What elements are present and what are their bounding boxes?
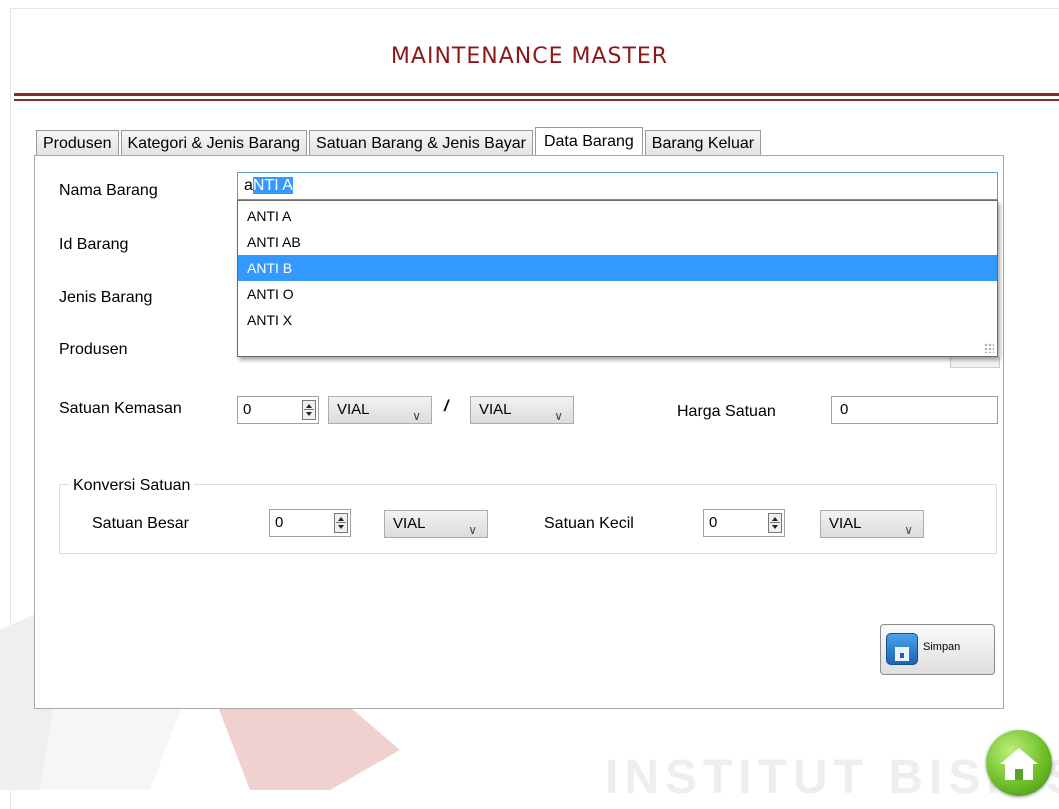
chevron-down-icon: ∨ bbox=[412, 409, 421, 423]
satuan-kecil-label: Satuan Kecil bbox=[544, 515, 634, 532]
tab-bar: Produsen Kategori & Jenis Barang Satuan … bbox=[36, 126, 763, 157]
nama-barang-input[interactable]: aNTI A bbox=[237, 172, 998, 200]
spinner-arrows-icon[interactable] bbox=[302, 400, 316, 420]
autocomplete-item-highlighted[interactable]: ANTI B bbox=[238, 255, 997, 281]
kemasan-unit-1-select[interactable]: VIAL ∨ bbox=[328, 396, 432, 424]
kemasan-unit-2-value: VIAL bbox=[479, 401, 512, 418]
simpan-button[interactable]: Simpan bbox=[880, 624, 995, 675]
satuan-kecil-value: 0 bbox=[709, 514, 718, 531]
produsen-label: Produsen bbox=[59, 341, 128, 358]
satuan-besar-spinner[interactable]: 0 bbox=[269, 509, 351, 537]
save-floppy-icon bbox=[886, 633, 918, 665]
home-button[interactable] bbox=[986, 730, 1052, 796]
autocomplete-item[interactable]: ANTI O bbox=[238, 281, 997, 307]
title-divider-bottom bbox=[14, 99, 1059, 101]
produsen-field[interactable] bbox=[950, 357, 1000, 368]
home-icon bbox=[1000, 748, 1038, 780]
autocomplete-item[interactable]: ANTI A bbox=[238, 203, 997, 229]
title-divider-top bbox=[14, 93, 1059, 96]
satuan-besar-unit-value: VIAL bbox=[393, 515, 426, 532]
satuan-kecil-spinner[interactable]: 0 bbox=[703, 509, 785, 537]
simpan-label: Simpan bbox=[923, 641, 961, 653]
spinner-arrows-icon[interactable] bbox=[334, 513, 348, 533]
kemasan-unit-2-select[interactable]: VIAL ∨ bbox=[470, 396, 574, 424]
harga-satuan-input[interactable]: 0 bbox=[831, 396, 998, 424]
autocomplete-dropdown: ANTI A ANTI AB ANTI B ANTI O ANTI X bbox=[237, 200, 998, 357]
nama-barang-autocomplete-selection: NTI A bbox=[252, 177, 293, 194]
tab-satuan-barang-jenis-bayar[interactable]: Satuan Barang & Jenis Bayar bbox=[309, 130, 533, 156]
spinner-arrows-icon[interactable] bbox=[768, 513, 782, 533]
satuan-besar-label: Satuan Besar bbox=[92, 515, 189, 532]
satuan-kecil-unit-value: VIAL bbox=[829, 515, 862, 532]
resize-grip-icon[interactable] bbox=[984, 343, 994, 353]
chevron-down-icon: ∨ bbox=[554, 409, 563, 423]
nama-barang-label: Nama Barang bbox=[59, 182, 158, 199]
tab-data-barang[interactable]: Data Barang bbox=[534, 127, 643, 157]
satuan-kemasan-spinner[interactable]: 0 bbox=[237, 396, 319, 424]
satuan-kemasan-value: 0 bbox=[243, 401, 252, 418]
unit-separator: / bbox=[444, 398, 449, 415]
tab-barang-keluar[interactable]: Barang Keluar bbox=[644, 130, 762, 156]
nama-barang-typed-text: a bbox=[244, 177, 253, 194]
satuan-besar-unit-select[interactable]: VIAL ∨ bbox=[384, 510, 488, 538]
kemasan-unit-1-value: VIAL bbox=[337, 401, 370, 418]
id-barang-label: Id Barang bbox=[59, 236, 129, 253]
page-title: MAINTENANCE MASTER bbox=[390, 44, 669, 69]
konversi-satuan-title: Konversi Satuan bbox=[69, 477, 195, 495]
tab-kategori-jenis-barang[interactable]: Kategori & Jenis Barang bbox=[120, 130, 308, 156]
jenis-barang-label: Jenis Barang bbox=[59, 289, 153, 306]
autocomplete-item[interactable]: ANTI X bbox=[238, 307, 997, 333]
harga-satuan-value: 0 bbox=[840, 401, 849, 418]
chevron-down-icon: ∨ bbox=[904, 523, 913, 537]
chevron-down-icon: ∨ bbox=[468, 523, 477, 537]
harga-satuan-label: Harga Satuan bbox=[677, 403, 776, 420]
autocomplete-item[interactable]: ANTI AB bbox=[238, 229, 997, 255]
satuan-kemasan-label: Satuan Kemasan bbox=[59, 400, 182, 417]
tab-produsen[interactable]: Produsen bbox=[36, 130, 119, 156]
satuan-kecil-unit-select[interactable]: VIAL ∨ bbox=[820, 510, 924, 538]
satuan-besar-value: 0 bbox=[275, 514, 284, 531]
